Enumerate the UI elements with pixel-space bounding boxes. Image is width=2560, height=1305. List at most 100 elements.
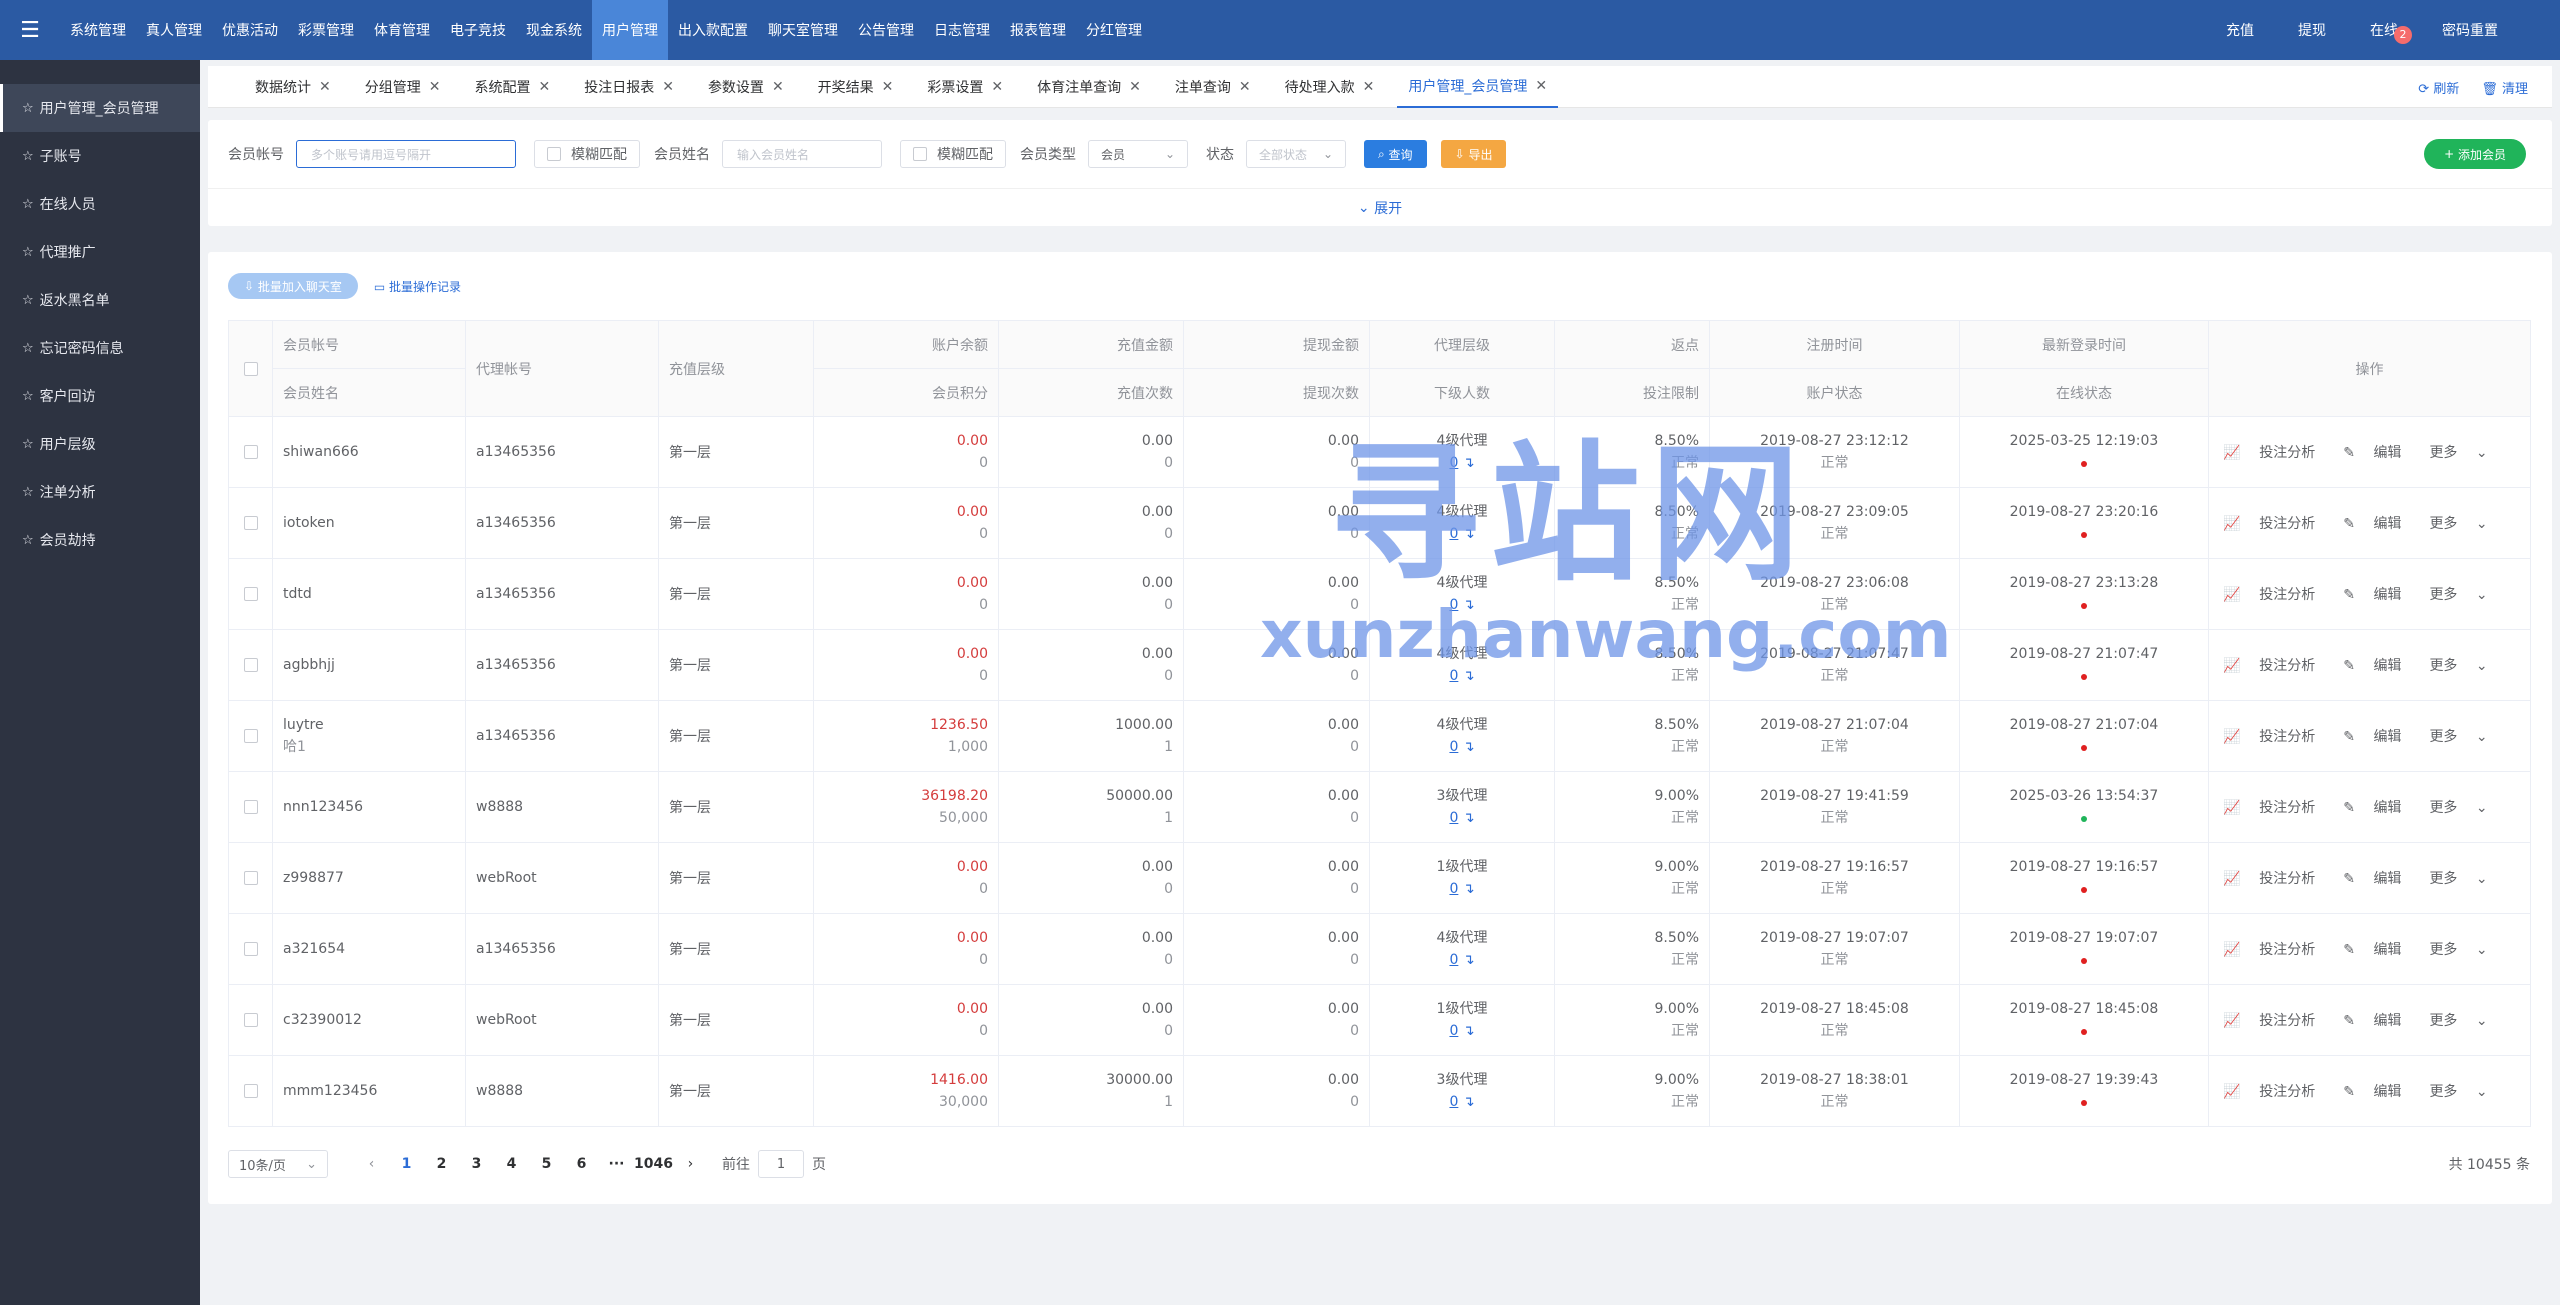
row-select[interactable] (228, 1055, 273, 1127)
checkbox[interactable] (243, 1084, 258, 1098)
page-number[interactable]: ··· (599, 1156, 634, 1172)
close-icon[interactable]: ✕ (429, 79, 441, 95)
clear-button[interactable]: 🗑 清理 (2481, 78, 2528, 97)
close-icon[interactable]: ✕ (882, 79, 894, 95)
tab[interactable]: 待处理入款 ✕ (1274, 66, 1386, 108)
more-button[interactable]: 更多 ⌄ (2429, 729, 2501, 745)
nav-item[interactable]: 聊天室管理 (758, 0, 848, 60)
checkbox[interactable] (243, 1013, 258, 1027)
edit-button[interactable]: ✎ 编辑 (2343, 871, 2415, 887)
checkbox[interactable] (547, 147, 561, 161)
sub-count-link[interactable]: 0 (1449, 455, 1458, 471)
nav-item[interactable]: 系统管理 (60, 0, 136, 60)
transfer-icon[interactable]: ↴ (1463, 597, 1475, 613)
close-icon[interactable]: ✕ (1535, 78, 1547, 94)
transfer-icon[interactable]: ↴ (1463, 810, 1475, 826)
page-number[interactable]: 1 (389, 1156, 424, 1172)
transfer-icon[interactable]: ↴ (1463, 739, 1475, 755)
bet-analysis-button[interactable]: 📈 投注分析 (2223, 871, 2329, 887)
sidebar-item[interactable]: ☆ 客户回访 (0, 372, 200, 420)
batch-records-link[interactable]: ▭ 批量操作记录 (374, 278, 461, 295)
more-button[interactable]: 更多 ⌄ (2429, 942, 2501, 958)
nav-item[interactable]: 分红管理 (1076, 0, 1152, 60)
transfer-icon[interactable]: ↴ (1463, 668, 1475, 684)
transfer-icon[interactable]: ↴ (1463, 526, 1475, 542)
sidebar-item[interactable]: ☆ 代理推广 (0, 228, 200, 276)
row-select[interactable] (228, 842, 273, 914)
transfer-icon[interactable]: ↴ (1463, 952, 1475, 968)
row-select[interactable] (228, 558, 273, 630)
nav-item[interactable]: 体育管理 (364, 0, 440, 60)
nav-item[interactable]: 电子竞技 (440, 0, 516, 60)
refresh-button[interactable]: ⟳ 刷新 (2418, 78, 2459, 97)
more-button[interactable]: 更多 ⌄ (2429, 658, 2501, 674)
more-button[interactable]: 更多 ⌄ (2429, 871, 2501, 887)
sidebar-item[interactable]: ☆ 忘记密码信息 (0, 324, 200, 372)
withdraw-button[interactable]: 提现 (2276, 20, 2348, 40)
page-number[interactable]: 6 (564, 1156, 599, 1172)
tab[interactable]: 体育注单查询 ✕ (1026, 66, 1152, 108)
sidebar-item[interactable]: ☆ 注单分析 (0, 468, 200, 516)
page-number[interactable]: 5 (529, 1156, 564, 1172)
close-icon[interactable]: ✕ (1129, 79, 1141, 95)
row-select[interactable] (228, 629, 273, 701)
more-button[interactable]: 更多 ⌄ (2429, 1084, 2501, 1100)
nav-item[interactable]: 真人管理 (136, 0, 212, 60)
sub-count-link[interactable]: 0 (1449, 952, 1458, 968)
add-member-button[interactable]: + 添加会员 (2424, 139, 2526, 169)
close-icon[interactable]: ✕ (991, 79, 1003, 95)
bet-analysis-button[interactable]: 📈 投注分析 (2223, 729, 2329, 745)
page-number[interactable]: 1046 (634, 1156, 673, 1172)
sub-count-link[interactable]: 0 (1449, 597, 1458, 613)
nav-item[interactable]: 现金系统 (516, 0, 592, 60)
row-select[interactable] (228, 487, 273, 559)
recharge-button[interactable]: 充值 (2204, 20, 2276, 40)
sidebar-item[interactable]: ☆ 在线人员 (0, 180, 200, 228)
edit-button[interactable]: ✎ 编辑 (2343, 729, 2415, 745)
tab[interactable]: 系统配置 ✕ (463, 66, 561, 108)
close-icon[interactable]: ✕ (1363, 79, 1375, 95)
edit-button[interactable]: ✎ 编辑 (2343, 1084, 2415, 1100)
sidebar-item[interactable]: ☆ 用户层级 (0, 420, 200, 468)
nav-item[interactable]: 出入款配置 (668, 0, 758, 60)
tab[interactable]: 开奖结果 ✕ (807, 66, 905, 108)
sub-count-link[interactable]: 0 (1449, 1023, 1458, 1039)
menu-icon[interactable]: ☰ (0, 0, 60, 60)
nav-item[interactable]: 彩票管理 (288, 0, 364, 60)
bet-analysis-button[interactable]: 📈 投注分析 (2223, 800, 2329, 816)
tab[interactable]: 投注日报表 ✕ (573, 66, 685, 108)
sidebar-item[interactable]: ☆ 返水黑名单 (0, 276, 200, 324)
goto-input[interactable]: 1 (757, 1150, 804, 1178)
bet-analysis-button[interactable]: 📈 投注分析 (2223, 516, 2329, 532)
account-input[interactable]: 多个账号请用逗号隔开 (296, 140, 516, 168)
sub-count-link[interactable]: 0 (1449, 810, 1458, 826)
close-icon[interactable]: ✕ (538, 79, 550, 95)
bet-analysis-button[interactable]: 📈 投注分析 (2223, 445, 2329, 461)
row-select[interactable] (228, 984, 273, 1056)
checkbox[interactable] (243, 942, 258, 956)
page-number[interactable]: 2 (424, 1156, 459, 1172)
checkbox[interactable] (243, 729, 258, 743)
transfer-icon[interactable]: ↴ (1463, 1094, 1475, 1110)
select-all[interactable] (228, 320, 273, 417)
close-icon[interactable]: ✕ (319, 79, 331, 95)
expand-toggle[interactable]: ⌄ 展开 (208, 188, 2552, 226)
edit-button[interactable]: ✎ 编辑 (2343, 658, 2415, 674)
nav-item[interactable]: 公告管理 (848, 0, 924, 60)
row-select[interactable] (228, 771, 273, 843)
tab[interactable]: 用户管理_会员管理 ✕ (1397, 66, 1559, 108)
more-button[interactable]: 更多 ⌄ (2429, 516, 2501, 532)
sub-count-link[interactable]: 0 (1449, 668, 1458, 684)
tab[interactable]: 数据统计 ✕ (244, 66, 342, 108)
checkbox[interactable] (243, 871, 258, 885)
nav-item[interactable]: 用户管理 (592, 0, 668, 60)
edit-button[interactable]: ✎ 编辑 (2343, 516, 2415, 532)
sub-count-link[interactable]: 0 (1449, 881, 1458, 897)
row-select[interactable] (228, 913, 273, 985)
checkbox[interactable] (243, 516, 258, 530)
tab[interactable]: 注单查询 ✕ (1164, 66, 1262, 108)
sub-count-link[interactable]: 0 (1449, 526, 1458, 542)
bet-analysis-button[interactable]: 📈 投注分析 (2223, 587, 2329, 603)
more-button[interactable]: 更多 ⌄ (2429, 445, 2501, 461)
tab[interactable]: 参数设置 ✕ (697, 66, 795, 108)
